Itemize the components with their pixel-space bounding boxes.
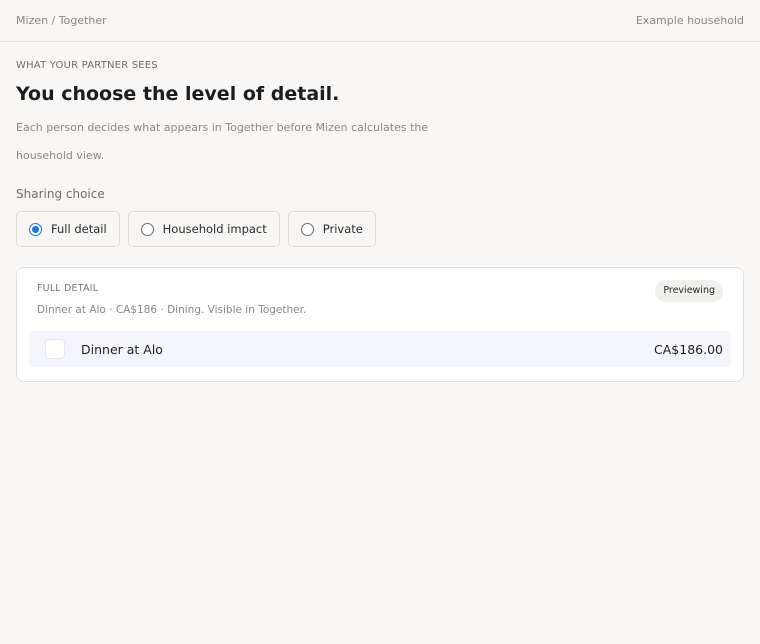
radio-private[interactable] <box>300 222 314 236</box>
page-title: You choose the level of detail. <box>16 83 340 105</box>
option-full-detail[interactable]: Full detail <box>16 211 120 247</box>
transaction-name: Dinner at Alo <box>81 341 163 357</box>
merchant-icon <box>45 339 65 359</box>
preview-title: FULL DETAIL <box>37 283 99 294</box>
household-label[interactable]: Example household <box>636 14 744 27</box>
radio-household-impact[interactable] <box>140 222 154 236</box>
table-row[interactable]: Dinner at Alo CA$186.00 <box>29 331 731 367</box>
preview-header: FULL DETAIL Previewing <box>29 280 731 302</box>
sharing-choice-label: Sharing choice <box>16 187 105 201</box>
sharing-options: Full detail Household impact Private <box>16 211 744 247</box>
section-description: Each person decides what appears in Toge… <box>16 121 429 162</box>
breadcrumb[interactable]: Mizen / Together <box>16 14 107 27</box>
radio-full-detail[interactable] <box>29 222 42 236</box>
option-label: Household impact <box>162 222 267 236</box>
option-label: Private <box>322 222 363 236</box>
top-bar: Mizen / Together Example household <box>0 0 760 42</box>
status-badge: Previewing <box>655 280 723 302</box>
option-household-impact[interactable]: Household impact <box>127 211 280 247</box>
option-label: Full detail <box>51 222 107 236</box>
transaction-amount: CA$186.00 <box>654 341 723 357</box>
section-eyebrow: WHAT YOUR PARTNER SEES <box>16 60 158 71</box>
preview-summary: Dinner at Alo · CA$186 · Dining. Visible… <box>37 304 307 316</box>
option-private[interactable]: Private <box>287 211 376 247</box>
main-content: WHAT YOUR PARTNER SEES You choose the le… <box>0 42 760 382</box>
preview-panel: FULL DETAIL Previewing Dinner at Alo · C… <box>16 267 744 382</box>
